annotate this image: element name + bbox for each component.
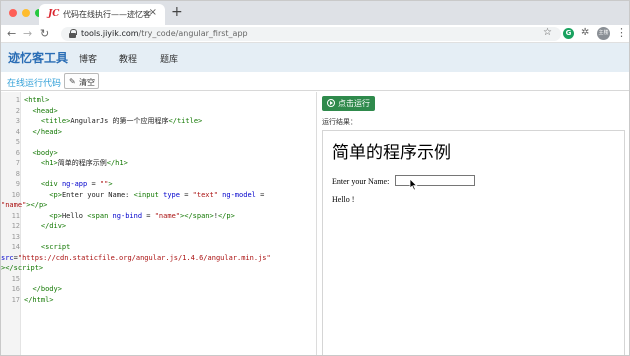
name-input[interactable] bbox=[395, 175, 475, 186]
result-panel: 点击运行 运行结果： 简单的程序示例 Enter your Name: Hell… bbox=[317, 92, 629, 355]
play-circle-icon bbox=[327, 99, 335, 107]
url-field[interactable]: tools.jiyik.com/try_code/angular_first_a… bbox=[61, 27, 561, 41]
code-line: <script bbox=[40, 243, 71, 251]
url-text: tools.jiyik.com/try_code/angular_first_a… bbox=[81, 29, 248, 38]
site-favicon-icon: JC bbox=[48, 9, 60, 19]
line-number: 12 bbox=[11, 222, 20, 230]
preview-input-label: Enter your Name: bbox=[332, 177, 390, 186]
puzzle-icon[interactable]: ✲ bbox=[581, 27, 589, 38]
address-bar-row: ← → ↻ tools.jiyik.com/try_code/angular_f… bbox=[1, 25, 629, 43]
code-line: <head> bbox=[32, 106, 58, 115]
line-number: 9 bbox=[15, 180, 20, 188]
run-online-label: 在线运行代码 bbox=[7, 79, 62, 89]
code-line: <h1>简单的程序示例</h1> bbox=[40, 159, 128, 167]
line-number: 2 bbox=[15, 106, 20, 115]
title-bar: JC 代码在线执行——迹忆客 × + bbox=[1, 1, 629, 25]
preview-heading: 简单的程序示例 bbox=[332, 143, 451, 163]
code-line: <p>Hello <span ng-bind = "name"></span>!… bbox=[49, 211, 235, 220]
editor-toolbar: 在线运行代码 ✎ 清空 bbox=[1, 72, 629, 91]
code-line: </div> bbox=[40, 222, 67, 230]
line-number: 15 bbox=[11, 274, 20, 283]
line-number: 6 bbox=[15, 148, 20, 157]
line-number: 5 bbox=[15, 138, 20, 146]
mouse-pointer-icon bbox=[409, 179, 418, 191]
line-number: 14 bbox=[11, 243, 20, 251]
line-number: 13 bbox=[11, 232, 20, 241]
minimize-window-button[interactable] bbox=[22, 9, 30, 17]
line-number: 16 bbox=[11, 285, 20, 293]
line-number: 10 bbox=[11, 190, 20, 199]
nav-link-blog[interactable]: 博客 bbox=[79, 52, 97, 65]
nav-link-questions[interactable]: 题库 bbox=[160, 52, 178, 65]
run-button[interactable]: 点击运行 bbox=[322, 96, 375, 111]
code-line: <body> bbox=[32, 148, 58, 157]
kebab-menu-icon[interactable]: ⋮ bbox=[616, 26, 627, 39]
code-line: </html> bbox=[24, 295, 54, 304]
grammarly-extension-icon[interactable]: G bbox=[563, 28, 574, 39]
line-number: 11 bbox=[11, 211, 20, 220]
line-number: 7 bbox=[15, 159, 20, 167]
code-editor[interactable]: 1 2 3 4 5 6 7 8 9 10 11 12 13 14 15 16 1… bbox=[1, 92, 317, 355]
code-line: <div ng-app = ""> bbox=[40, 180, 113, 188]
preview-hello-text: Hello ! bbox=[332, 195, 355, 204]
result-label: 运行结果： bbox=[322, 118, 357, 126]
code-line: "name"></p> bbox=[1, 201, 48, 209]
eraser-icon: ✎ bbox=[69, 77, 76, 86]
code-line: </head> bbox=[32, 127, 62, 136]
clear-button[interactable]: ✎ 清空 bbox=[64, 73, 99, 89]
nav-link-tutorial[interactable]: 教程 bbox=[119, 52, 137, 65]
site-header: 迹忆客工具 博客 教程 题库 bbox=[1, 43, 629, 72]
reload-icon[interactable]: ↻ bbox=[40, 26, 49, 41]
code-line: <title>AngularJs 的第一个应用程序</title> bbox=[40, 117, 203, 125]
back-arrow-icon[interactable]: ← bbox=[7, 26, 16, 41]
code-line: <p>Enter your Name: <input type = "text"… bbox=[49, 190, 265, 199]
forward-arrow-icon[interactable]: → bbox=[23, 26, 32, 41]
bookmark-star-icon[interactable]: ☆ bbox=[543, 27, 552, 38]
clear-button-label: 清空 bbox=[79, 78, 95, 87]
tab-title: 代码在线执行——迹忆客 bbox=[63, 10, 151, 19]
tab-close-icon[interactable]: × bbox=[149, 7, 157, 18]
close-window-button[interactable] bbox=[9, 9, 17, 17]
code-line: <html> bbox=[24, 96, 50, 104]
browser-window: JC 代码在线执行——迹忆客 × + ← → ↻ tools.jiyik.com… bbox=[0, 0, 630, 356]
browser-tab[interactable]: JC 代码在线执行——迹忆客 × bbox=[39, 4, 165, 25]
code-line: src="https://cdn.staticfile.org/angular.… bbox=[1, 253, 271, 262]
line-number: 1 bbox=[15, 96, 20, 104]
line-number: 17 bbox=[11, 295, 20, 304]
code-line: ></script> bbox=[1, 264, 44, 272]
run-button-label: 点击运行 bbox=[338, 99, 370, 108]
lock-icon bbox=[69, 29, 77, 38]
site-logo[interactable]: 迹忆客工具 bbox=[8, 49, 68, 66]
line-number-gutter: 1 2 3 4 5 6 7 8 9 10 11 12 13 14 15 16 1… bbox=[1, 92, 21, 355]
line-number: 3 bbox=[15, 117, 20, 125]
result-preview-frame: 简单的程序示例 Enter your Name: Hello ! bbox=[322, 130, 625, 355]
code-line: </body> bbox=[32, 285, 62, 293]
line-number: 4 bbox=[15, 127, 20, 136]
new-tab-button[interactable]: + bbox=[171, 4, 183, 20]
avatar[interactable]: 主楼 bbox=[597, 27, 610, 40]
line-number: 8 bbox=[15, 169, 20, 178]
